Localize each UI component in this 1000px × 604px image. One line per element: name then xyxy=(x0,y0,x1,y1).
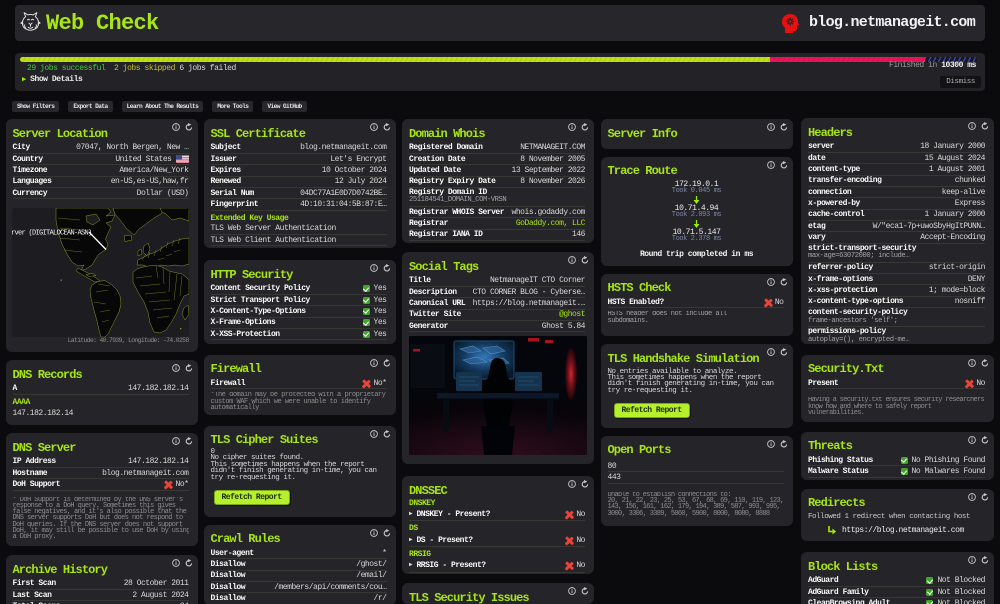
svg-text:rver (DIGITALOCEAN-ASN): rver (DIGITALOCEAN-ASN) xyxy=(12,230,92,238)
